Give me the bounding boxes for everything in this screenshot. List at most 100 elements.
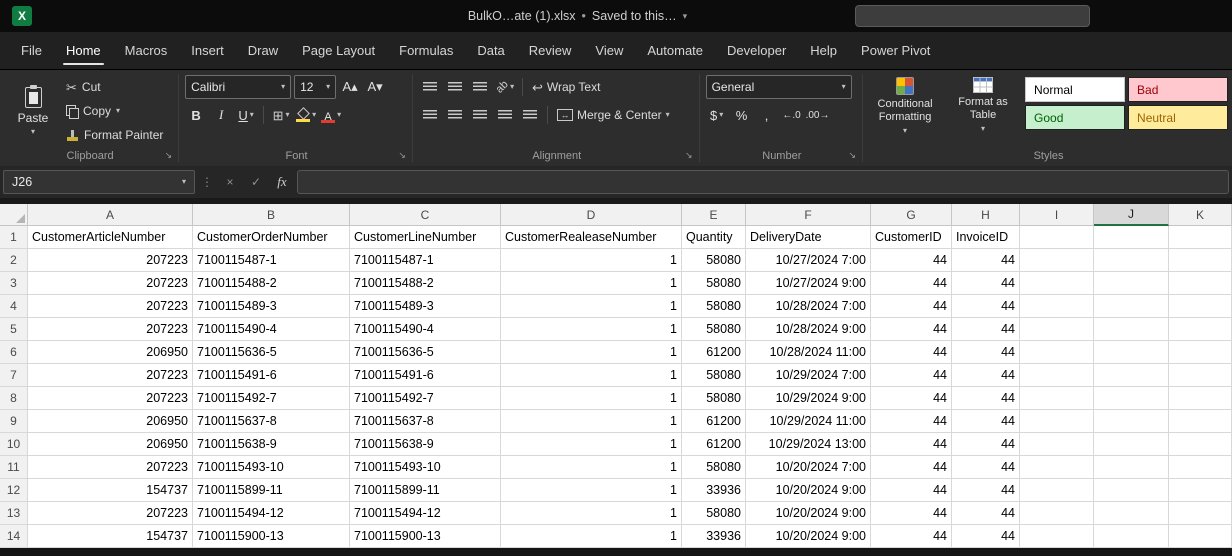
cell-J12[interactable] — [1094, 479, 1169, 502]
column-header-J[interactable]: J — [1094, 204, 1169, 226]
tab-macros[interactable]: Macros — [114, 32, 179, 69]
row-header-3[interactable]: 3 — [0, 272, 28, 295]
cell-H1[interactable]: InvoiceID — [952, 226, 1020, 249]
align-right-button[interactable] — [469, 103, 491, 127]
row-header-2[interactable]: 2 — [0, 249, 28, 272]
cell-J14[interactable] — [1094, 525, 1169, 548]
tab-view[interactable]: View — [584, 32, 634, 69]
tab-home[interactable]: Home — [55, 32, 112, 69]
tab-automate[interactable]: Automate — [636, 32, 714, 69]
cell-B3[interactable]: 7100115488-2 — [193, 272, 350, 295]
cell-G8[interactable]: 44 — [871, 387, 952, 410]
borders-button[interactable]: ⊞ ▾ — [270, 103, 292, 127]
cell-C2[interactable]: 7100115487-1 — [350, 249, 501, 272]
cell-K8[interactable] — [1169, 387, 1232, 410]
cell-F7[interactable]: 10/29/2024 7:00 — [746, 364, 871, 387]
cell-K4[interactable] — [1169, 295, 1232, 318]
align-middle-button[interactable] — [444, 75, 466, 99]
increase-indent-button[interactable] — [519, 103, 541, 127]
cell-K7[interactable] — [1169, 364, 1232, 387]
font-name-select[interactable]: Calibri ▾ — [185, 75, 291, 99]
cell-I6[interactable] — [1020, 341, 1094, 364]
name-box[interactable]: J26 ▾ — [3, 170, 195, 194]
cell-B4[interactable]: 7100115489-3 — [193, 295, 350, 318]
cell-I7[interactable] — [1020, 364, 1094, 387]
alignment-dialog-launcher-icon[interactable]: ↘ — [685, 150, 693, 161]
cell-H9[interactable]: 44 — [952, 410, 1020, 433]
cell-C1[interactable]: CustomerLineNumber — [350, 226, 501, 249]
cell-E10[interactable]: 61200 — [682, 433, 746, 456]
cell-B9[interactable]: 7100115637-8 — [193, 410, 350, 433]
cell-G5[interactable]: 44 — [871, 318, 952, 341]
cell-J4[interactable] — [1094, 295, 1169, 318]
cell-B6[interactable]: 7100115636-5 — [193, 341, 350, 364]
cell-A8[interactable]: 207223 — [28, 387, 193, 410]
cell-style-normal[interactable]: Normal — [1025, 77, 1125, 102]
cell-G10[interactable]: 44 — [871, 433, 952, 456]
cell-E4[interactable]: 58080 — [682, 295, 746, 318]
format-painter-button[interactable]: Format Painter — [66, 125, 163, 145]
cell-G7[interactable]: 44 — [871, 364, 952, 387]
cell-H6[interactable]: 44 — [952, 341, 1020, 364]
cell-F12[interactable]: 10/20/2024 9:00 — [746, 479, 871, 502]
cell-I5[interactable] — [1020, 318, 1094, 341]
cell-B8[interactable]: 7100115492-7 — [193, 387, 350, 410]
cell-K3[interactable] — [1169, 272, 1232, 295]
column-header-C[interactable]: C — [350, 204, 501, 226]
accounting-format-button[interactable]: $ ▾ — [706, 103, 728, 127]
cell-K13[interactable] — [1169, 502, 1232, 525]
cell-B10[interactable]: 7100115638-9 — [193, 433, 350, 456]
cell-H4[interactable]: 44 — [952, 295, 1020, 318]
cell-J1[interactable] — [1094, 226, 1169, 249]
cell-D13[interactable]: 1 — [501, 502, 682, 525]
cell-A1[interactable]: CustomerArticleNumber — [28, 226, 193, 249]
cell-C11[interactable]: 7100115493-10 — [350, 456, 501, 479]
cell-K6[interactable] — [1169, 341, 1232, 364]
cell-D9[interactable]: 1 — [501, 410, 682, 433]
cell-style-neutral[interactable]: Neutral — [1128, 105, 1228, 130]
cell-D7[interactable]: 1 — [501, 364, 682, 387]
font-size-select[interactable]: 12 ▾ — [294, 75, 336, 99]
cell-C12[interactable]: 7100115899-11 — [350, 479, 501, 502]
row-header-8[interactable]: 8 — [0, 387, 28, 410]
increase-decimal-button[interactable]: ←.0 — [781, 103, 803, 127]
cell-G9[interactable]: 44 — [871, 410, 952, 433]
cell-E2[interactable]: 58080 — [682, 249, 746, 272]
cell-H11[interactable]: 44 — [952, 456, 1020, 479]
cell-F8[interactable]: 10/29/2024 9:00 — [746, 387, 871, 410]
cell-G13[interactable]: 44 — [871, 502, 952, 525]
cell-E1[interactable]: Quantity — [682, 226, 746, 249]
column-header-E[interactable]: E — [682, 204, 746, 226]
decrease-decimal-button[interactable]: .00→ — [806, 103, 830, 127]
cell-A12[interactable]: 154737 — [28, 479, 193, 502]
cell-E9[interactable]: 61200 — [682, 410, 746, 433]
cell-A9[interactable]: 206950 — [28, 410, 193, 433]
underline-button[interactable]: U ▾ — [235, 103, 257, 127]
cell-A11[interactable]: 207223 — [28, 456, 193, 479]
tab-data[interactable]: Data — [466, 32, 515, 69]
cell-B11[interactable]: 7100115493-10 — [193, 456, 350, 479]
column-header-K[interactable]: K — [1169, 204, 1232, 226]
align-top-button[interactable] — [419, 75, 441, 99]
tab-file[interactable]: File — [10, 32, 53, 69]
column-header-G[interactable]: G — [871, 204, 952, 226]
cell-E12[interactable]: 33936 — [682, 479, 746, 502]
cell-A5[interactable]: 207223 — [28, 318, 193, 341]
cut-button[interactable]: ✂ Cut — [66, 77, 163, 97]
cell-F13[interactable]: 10/20/2024 9:00 — [746, 502, 871, 525]
cell-I11[interactable] — [1020, 456, 1094, 479]
cell-A3[interactable]: 207223 — [28, 272, 193, 295]
cell-C9[interactable]: 7100115637-8 — [350, 410, 501, 433]
column-header-F[interactable]: F — [746, 204, 871, 226]
tab-review[interactable]: Review — [518, 32, 583, 69]
font-dialog-launcher-icon[interactable]: ↘ — [398, 150, 406, 161]
cell-J5[interactable] — [1094, 318, 1169, 341]
cell-G4[interactable]: 44 — [871, 295, 952, 318]
cell-H8[interactable]: 44 — [952, 387, 1020, 410]
cell-E3[interactable]: 58080 — [682, 272, 746, 295]
cell-J7[interactable] — [1094, 364, 1169, 387]
cell-C14[interactable]: 7100115900-13 — [350, 525, 501, 548]
row-header-7[interactable]: 7 — [0, 364, 28, 387]
enter-button[interactable]: ✓ — [245, 171, 267, 193]
column-header-B[interactable]: B — [193, 204, 350, 226]
